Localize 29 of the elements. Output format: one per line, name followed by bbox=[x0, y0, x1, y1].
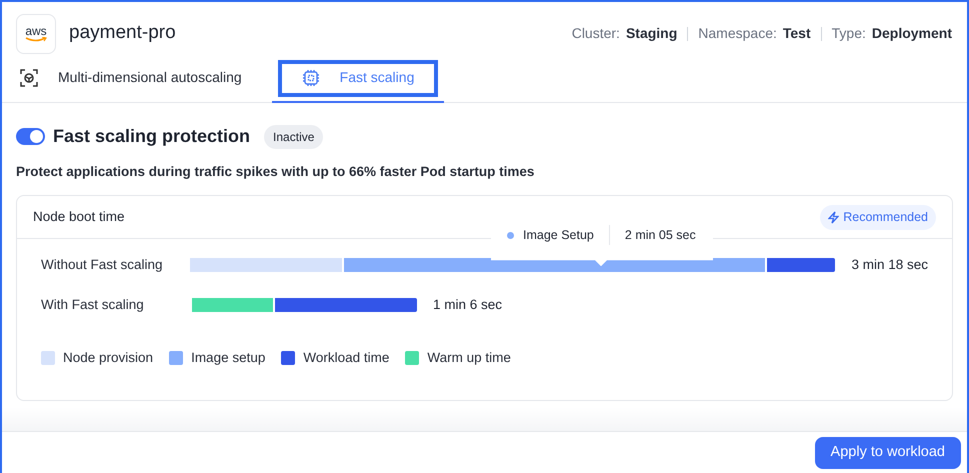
logo-icon: aws bbox=[16, 14, 56, 54]
legend-label: Workload time bbox=[303, 349, 390, 368]
row-label: Without Fast scaling bbox=[41, 256, 164, 274]
toggle-switch[interactable] bbox=[16, 128, 45, 145]
chip-icon bbox=[302, 68, 320, 86]
tab[interactable]: Multi-dimensional autoscaling bbox=[2, 53, 272, 102]
meta-value: Deployment bbox=[872, 24, 952, 43]
status-badge: Inactive bbox=[264, 124, 324, 148]
meta-value: Test bbox=[782, 24, 811, 43]
apply-button[interactable]: Apply to workload bbox=[814, 436, 961, 469]
app-title: payment-pro bbox=[69, 21, 176, 46]
card-title: Node boot time bbox=[33, 208, 125, 226]
lightning-icon bbox=[828, 210, 840, 224]
meta-label: Namespace: bbox=[698, 24, 777, 43]
row-label: With Fast scaling bbox=[41, 296, 145, 314]
meta-label: Cluster: bbox=[572, 24, 620, 43]
section-title: Fast scaling protection bbox=[53, 125, 250, 148]
duration-label: 3 min 18 sec bbox=[851, 256, 928, 274]
legend-label: Warm up time bbox=[427, 349, 511, 368]
meta-label: Type: bbox=[832, 24, 866, 43]
tab[interactable]: Fast scaling bbox=[272, 54, 444, 103]
legend-label: Node provision bbox=[63, 349, 154, 368]
duration-label: 1 min 6 sec bbox=[433, 296, 502, 314]
tooltip-label: Image Setup bbox=[523, 226, 594, 244]
tooltip-value: 2 min 05 sec bbox=[624, 226, 696, 244]
description-text: Protect applications during traffic spikes with up to 66% faster Pod startup times bbox=[16, 163, 536, 181]
recommended-badge: Recommended bbox=[820, 204, 936, 230]
meta-value: Staging bbox=[626, 24, 678, 43]
legend-label: Image setup bbox=[191, 349, 266, 368]
